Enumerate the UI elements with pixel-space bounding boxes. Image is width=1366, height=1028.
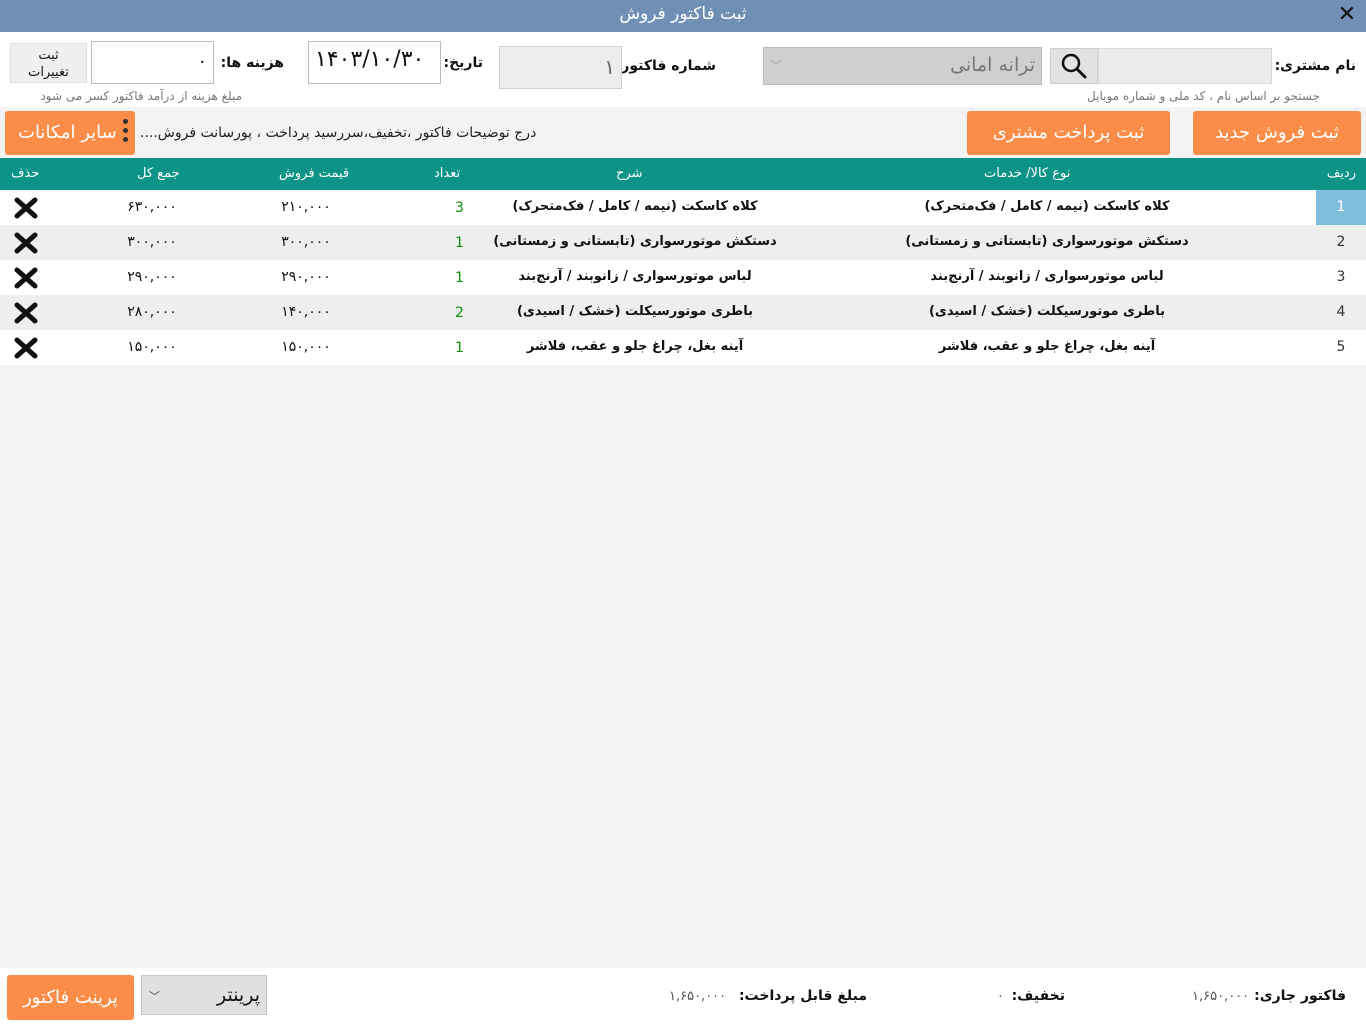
- row-price: ۱۵۰,۰۰۰: [281, 339, 331, 355]
- more-options-label: سایر امکانات: [18, 122, 117, 143]
- row-type: باطری موتورسیکلت (خشک / اسیدی): [928, 304, 1166, 319]
- costs-field[interactable]: ۰: [91, 41, 214, 84]
- customer-select[interactable]: ترانه امانی ﹀: [763, 47, 1042, 85]
- customer-selected-value: ترانه امانی: [950, 54, 1035, 76]
- search-icon: [1061, 53, 1087, 79]
- header-delete: حذف: [11, 166, 40, 181]
- print-invoice-button[interactable]: پرینت فاکتور: [7, 975, 134, 1020]
- header-desc: شرح: [616, 166, 643, 181]
- customer-search-input[interactable]: [1098, 48, 1272, 84]
- save-changes-button[interactable]: ثبت تغییرات: [10, 43, 87, 83]
- row-type: دستکش موتورسواری (تابستانی و زمستانی): [905, 234, 1189, 249]
- window-title: ثبت فاکتور فروش: [619, 4, 747, 24]
- row-desc: دستکش موتورسواری (تابستانی و زمستانی): [493, 234, 777, 249]
- customer-payment-button[interactable]: ثبت پرداخت مشتری: [967, 111, 1170, 155]
- invoice-number-label: شماره فاکتور:: [615, 58, 716, 74]
- title-bar: ثبت فاکتور فروش ✕: [0, 0, 1366, 32]
- row-desc: آینه بغل، چراغ جلو و عقب، فلاشر: [526, 339, 744, 354]
- invoice-number-value: ۱: [604, 55, 615, 79]
- discount-value: ۰: [997, 989, 1004, 1004]
- row-index: 1: [1316, 190, 1366, 225]
- current-invoice-label: فاکتور جاری:: [1254, 988, 1346, 1004]
- costs-value: ۰: [197, 51, 207, 72]
- row-qty[interactable]: 3: [455, 200, 464, 216]
- header-total: جمع کل: [137, 166, 180, 181]
- printer-selected-value: پرینتر: [216, 984, 260, 1006]
- delete-icon[interactable]: [14, 232, 38, 254]
- header-row: ردیف: [1326, 166, 1356, 181]
- discount-label: تخفیف:: [1011, 988, 1065, 1004]
- customer-search-hint: جستجو بر اساس نام ، کد ملی و شماره موبای…: [1087, 89, 1320, 103]
- table-row[interactable]: 4 باطری موتورسیکلت (خشک / اسیدی) باطری م…: [0, 295, 1366, 330]
- row-type: لباس موتورسواری / زانوبند / آرنج‌بند: [930, 269, 1164, 284]
- row-desc: باطری موتورسیکلت (خشک / اسیدی): [516, 304, 754, 319]
- row-index: 4: [1336, 304, 1346, 320]
- delete-icon[interactable]: [14, 337, 38, 359]
- row-qty[interactable]: 1: [455, 270, 464, 286]
- row-index: 5: [1336, 339, 1346, 355]
- new-sale-button[interactable]: ثبت فروش جدید: [1193, 111, 1361, 155]
- date-label: تاریخ:: [443, 55, 483, 71]
- costs-hint: مبلغ هزینه از درآمد فاکتور کسر می شود: [40, 89, 242, 103]
- row-index: 2: [1336, 234, 1346, 250]
- row-price: ۳۰۰,۰۰۰: [281, 234, 331, 250]
- row-total: ۳۰۰,۰۰۰: [127, 234, 177, 250]
- header-type: نوع کالا/ خدمات: [984, 166, 1071, 181]
- table-row[interactable]: 5 آینه بغل، چراغ جلو و عقب، فلاشر آینه ب…: [0, 330, 1366, 365]
- more-options-button[interactable]: سایر امکانات: [5, 111, 135, 155]
- more-vertical-icon: [122, 119, 128, 146]
- search-button[interactable]: [1050, 48, 1098, 84]
- current-invoice-value: ۱,۶۵۰,۰۰۰: [1192, 989, 1250, 1004]
- payable-label: مبلغ قابل پرداخت:: [738, 988, 867, 1004]
- close-icon[interactable]: ✕: [1336, 3, 1358, 27]
- chevron-down-icon: ﹀: [770, 59, 783, 73]
- table-row[interactable]: 3 لباس موتورسواری / زانوبند / آرنج‌بند ل…: [0, 260, 1366, 295]
- delete-icon[interactable]: [14, 302, 38, 324]
- save-changes-line1: ثبت: [38, 48, 59, 63]
- row-price: ۱۴۰,۰۰۰: [281, 304, 331, 320]
- date-field[interactable]: ۱۴۰۳/۱۰/۳۰: [308, 41, 441, 84]
- row-price: ۲۱۰,۰۰۰: [281, 199, 331, 215]
- costs-label: هزینه ها:: [220, 55, 284, 71]
- row-total: ۲۸۰,۰۰۰: [127, 304, 177, 320]
- header-price: قیمت فروش: [279, 166, 350, 181]
- row-type: کلاه کاسکت (نیمه / کامل / فک‌متحرک): [924, 199, 1170, 214]
- date-value: ۱۴۰۳/۱۰/۳۰: [315, 47, 425, 72]
- row-total: ۱۵۰,۰۰۰: [127, 339, 177, 355]
- chevron-down-icon: ﹀: [149, 990, 160, 1003]
- row-desc: کلاه کاسکت (نیمه / کامل / فک‌متحرک): [512, 199, 758, 214]
- row-desc: لباس موتورسواری / زانوبند / آرنج‌بند: [518, 269, 752, 284]
- table-row[interactable]: 1 کلاه کاسکت (نیمه / کامل / فک‌متحرک) کل…: [0, 190, 1366, 225]
- row-qty[interactable]: 2: [455, 305, 464, 321]
- payable-value: ۱,۶۵۰,۰۰۰: [669, 989, 727, 1004]
- row-total: ۶۳۰,۰۰۰: [127, 199, 177, 215]
- delete-icon[interactable]: [14, 197, 38, 219]
- invoice-description-link[interactable]: درج توضیحات فاکتور ،تخفیف،سررسید پرداخت …: [140, 125, 536, 141]
- printer-select[interactable]: پرینتر ﹀: [141, 975, 267, 1015]
- table-row[interactable]: 2 دستکش موتورسواری (تابستانی و زمستانی) …: [0, 225, 1366, 260]
- row-type: آینه بغل، چراغ جلو و عقب، فلاشر: [938, 339, 1156, 354]
- table-header: ردیف نوع کالا/ خدمات شرح تعداد قیمت فروش…: [0, 158, 1366, 190]
- save-changes-line2: تغییرات: [28, 65, 69, 80]
- customer-label: نام مشتری:: [1274, 58, 1356, 74]
- row-qty[interactable]: 1: [455, 340, 464, 356]
- row-price: ۲۹۰,۰۰۰: [281, 269, 331, 285]
- row-total: ۲۹۰,۰۰۰: [127, 269, 177, 285]
- header-qty: تعداد: [434, 166, 461, 181]
- row-index: 3: [1336, 269, 1346, 285]
- invoice-number-field[interactable]: ۱: [499, 46, 622, 89]
- delete-icon[interactable]: [14, 267, 38, 289]
- row-qty[interactable]: 1: [455, 235, 464, 251]
